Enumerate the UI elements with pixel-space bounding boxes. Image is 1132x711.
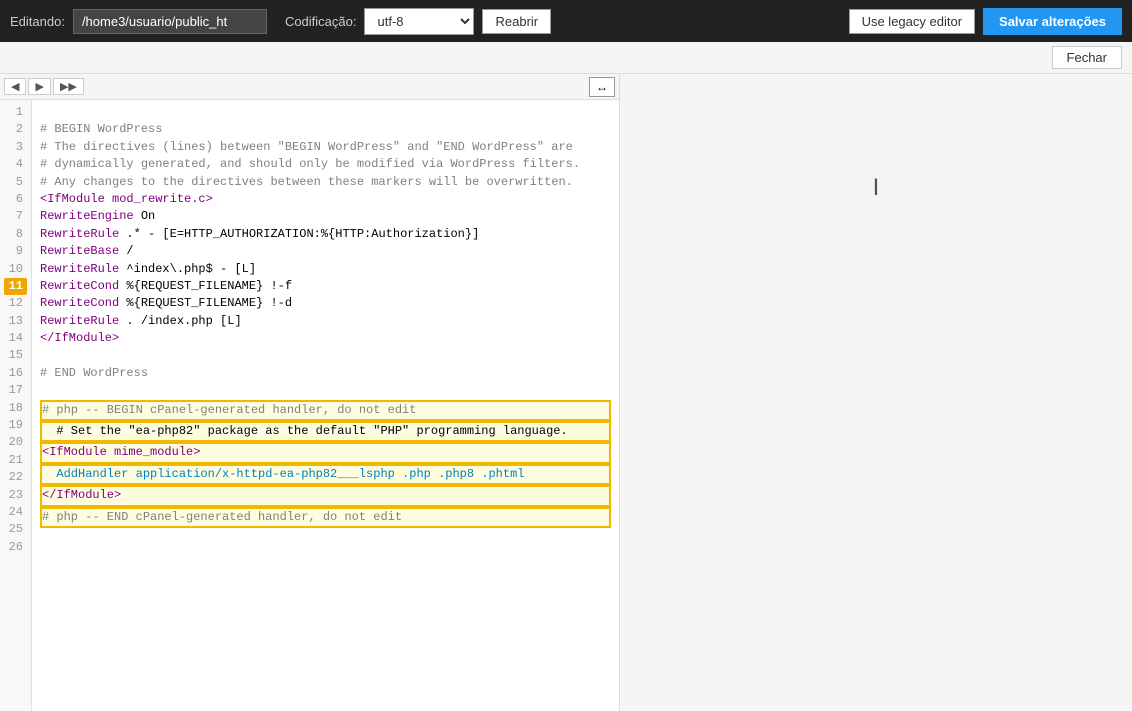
expand-button[interactable]: ↔ (589, 77, 615, 97)
close-button[interactable]: Fechar (1052, 46, 1122, 69)
editor-container: ◀ ▶ ▶▶ ↔ 1234567891011121314151617181920… (0, 74, 1132, 711)
legacy-editor-button[interactable]: Use legacy editor (849, 9, 975, 34)
save-button[interactable]: Salvar alterações (983, 8, 1122, 35)
code-mini-toolbar: ◀ ▶ ▶▶ ↔ (0, 74, 619, 100)
code-toolbar-btn-1[interactable]: ◀ (4, 78, 26, 95)
code-content[interactable]: # BEGIN WordPress# The directives (lines… (32, 100, 619, 711)
encoding-select[interactable]: utf-8 (364, 8, 474, 35)
line-numbers: 1234567891011121314151617181920212223242… (0, 100, 32, 711)
editing-label: Editando: (10, 14, 65, 29)
encoding-label: Codificação: (285, 14, 357, 29)
cursor-indicator: I (873, 174, 880, 202)
sub-toolbar: Fechar (0, 42, 1132, 74)
reopen-button[interactable]: Reabrir (482, 9, 551, 34)
code-panel: ◀ ▶ ▶▶ ↔ 1234567891011121314151617181920… (0, 74, 620, 711)
main-toolbar: Editando: Codificação: utf-8 Reabrir Use… (0, 0, 1132, 42)
code-toolbar-btn-2[interactable]: ▶ (28, 78, 50, 95)
code-editor[interactable]: 1234567891011121314151617181920212223242… (0, 100, 619, 711)
right-panel: I (620, 74, 1132, 711)
filepath-input[interactable] (73, 9, 267, 34)
code-toolbar-btn-3[interactable]: ▶▶ (53, 78, 84, 95)
